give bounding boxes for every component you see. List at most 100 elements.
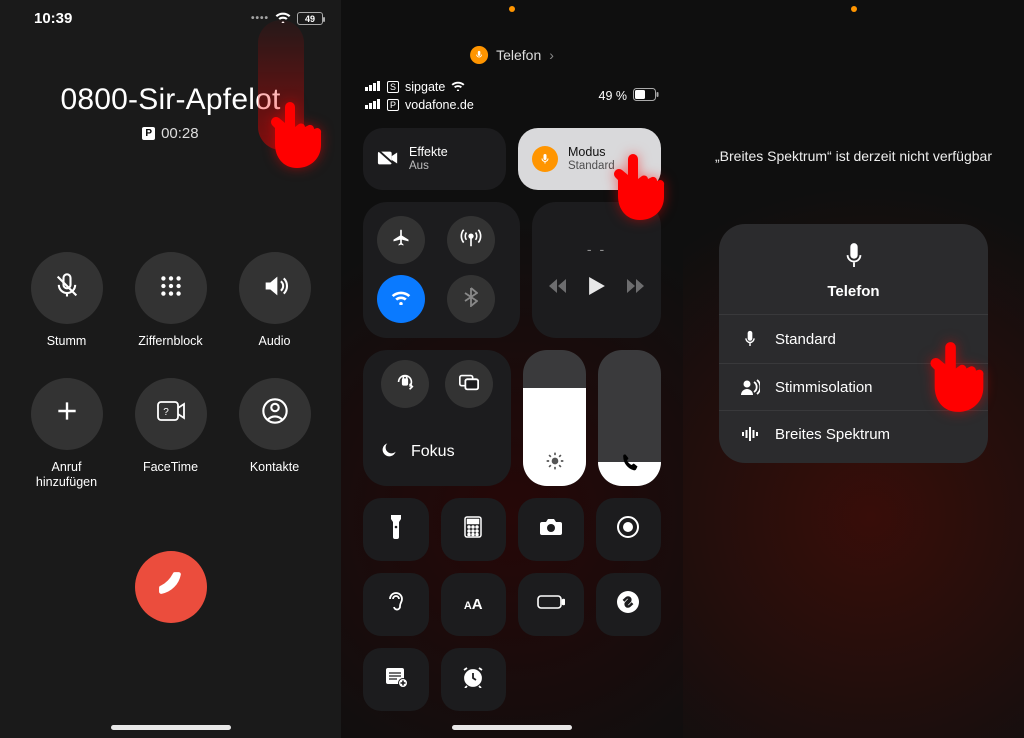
ear-icon — [387, 590, 405, 619]
antenna-icon — [460, 227, 482, 254]
connectivity-tile[interactable] — [363, 202, 520, 338]
media-title: - - — [587, 241, 606, 257]
hearing-button[interactable] — [363, 573, 429, 636]
screen-mirror-icon — [458, 373, 480, 396]
keypad-icon — [158, 273, 184, 304]
battery-icon: 49 — [297, 12, 323, 25]
carrier-1: sipgate — [405, 80, 445, 94]
hangup-button[interactable] — [135, 551, 207, 623]
mic-mode-icon — [532, 146, 558, 172]
sim-badge-2: P — [387, 99, 399, 111]
facetime-button[interactable]: ? FaceTime — [135, 378, 207, 491]
battery-icon — [633, 88, 659, 104]
calculator-button[interactable] — [441, 498, 507, 561]
recording-dot-icon — [509, 6, 515, 12]
wifi-small-icon — [451, 80, 465, 94]
mute-icon — [53, 272, 81, 305]
option-label: Standard — [775, 331, 836, 348]
chevron-right-icon: › — [549, 47, 554, 63]
notes-button[interactable] — [363, 648, 429, 711]
mic-large-icon — [843, 242, 865, 275]
moon-icon — [379, 440, 399, 465]
mic-active-icon — [470, 46, 488, 64]
keypad-button[interactable]: Ziffernblock — [135, 252, 207, 350]
hangup-icon — [154, 567, 188, 606]
airplane-toggle[interactable] — [377, 216, 425, 264]
cellular-toggle[interactable] — [447, 216, 495, 264]
mute-button[interactable]: Stumm — [31, 252, 103, 350]
effects-label: Effekte — [409, 145, 448, 160]
bluetooth-toggle[interactable] — [447, 275, 495, 323]
add-call-label: Anruf hinzufügen — [36, 460, 97, 491]
audio-button[interactable]: Audio — [239, 252, 311, 350]
sim-badge-1: S — [387, 81, 399, 93]
contacts-label: Kontakte — [250, 460, 299, 476]
shazam-icon — [616, 590, 640, 619]
call-duration: 00:28 — [161, 125, 199, 142]
option-label: Stimmisolation — [775, 379, 873, 396]
prev-track-icon[interactable] — [549, 279, 567, 298]
pointer-hand-icon — [613, 152, 669, 222]
keypad-label: Ziffernblock — [138, 334, 202, 350]
voice-isolation-icon — [739, 378, 761, 396]
wifi-toggle[interactable] — [377, 275, 425, 323]
effects-sub: Aus — [409, 160, 448, 174]
orientation-lock-button[interactable] — [381, 360, 429, 408]
record-icon — [616, 515, 640, 544]
carrier-2: vodafone.de — [405, 98, 474, 112]
flashlight-icon — [389, 515, 403, 544]
toast-message: „Breites Spektrum“ ist derzeit nicht ver… — [683, 148, 1024, 164]
focus-tile[interactable]: Fokus — [363, 350, 511, 486]
mode-sub: Standard — [568, 160, 615, 174]
screen-record-button[interactable] — [596, 498, 662, 561]
alarm-button[interactable] — [441, 648, 507, 711]
brightness-icon — [545, 451, 565, 476]
mode-option-wide-spectrum[interactable]: Breites Spektrum — [719, 410, 988, 457]
panel-title: Telefon — [827, 283, 879, 300]
screen-mirror-button[interactable] — [445, 360, 493, 408]
alarm-clock-icon — [461, 666, 485, 693]
video-off-icon — [377, 149, 399, 170]
note-add-icon — [385, 667, 407, 692]
facetime-label: FaceTime — [143, 460, 198, 476]
signal-bars-icon — [365, 80, 381, 94]
low-power-button[interactable] — [518, 573, 584, 636]
volume-slider[interactable] — [598, 350, 661, 486]
recording-dot-icon — [851, 6, 857, 12]
brightness-slider[interactable] — [523, 350, 586, 486]
clock: 10:39 — [34, 10, 72, 27]
media-tile[interactable]: - - — [532, 202, 661, 338]
shazam-button[interactable] — [596, 573, 662, 636]
home-indicator[interactable] — [111, 725, 231, 730]
contacts-button[interactable]: Kontakte — [239, 378, 311, 491]
option-label: Breites Spektrum — [775, 426, 890, 443]
lock-rotation-icon — [394, 371, 416, 398]
play-icon[interactable] — [589, 277, 605, 300]
pointer-hand-icon — [929, 340, 989, 414]
signal-bars-2-icon — [365, 98, 381, 112]
phone-icon — [621, 453, 639, 476]
sim-badge: P — [142, 127, 155, 140]
camera-button[interactable] — [518, 498, 584, 561]
mode-label: Modus — [568, 145, 615, 160]
mic-icon — [739, 329, 761, 349]
text-size-button[interactable]: AA — [441, 573, 507, 636]
pointer-hand-icon — [270, 100, 326, 170]
next-track-icon[interactable] — [627, 279, 645, 298]
facetime-icon: ? — [156, 400, 186, 427]
text-size-icon: AA — [464, 596, 483, 613]
signal-dots-icon: •••• — [251, 13, 269, 24]
mute-label: Stumm — [47, 334, 87, 350]
calculator-icon — [464, 516, 482, 543]
bluetooth-icon — [464, 287, 478, 312]
effects-tile[interactable]: Effekte Aus — [363, 128, 506, 190]
add-call-button[interactable]: Anruf hinzufügen — [31, 378, 103, 491]
active-app-pill[interactable]: Telefon › — [470, 46, 554, 64]
flashlight-button[interactable] — [363, 498, 429, 561]
active-app-label: Telefon — [496, 47, 541, 63]
battery-percent: 49 % — [599, 89, 628, 103]
wide-spectrum-icon — [739, 425, 761, 443]
home-indicator[interactable] — [452, 725, 572, 730]
plus-icon — [54, 398, 80, 429]
speaker-icon — [261, 272, 289, 305]
